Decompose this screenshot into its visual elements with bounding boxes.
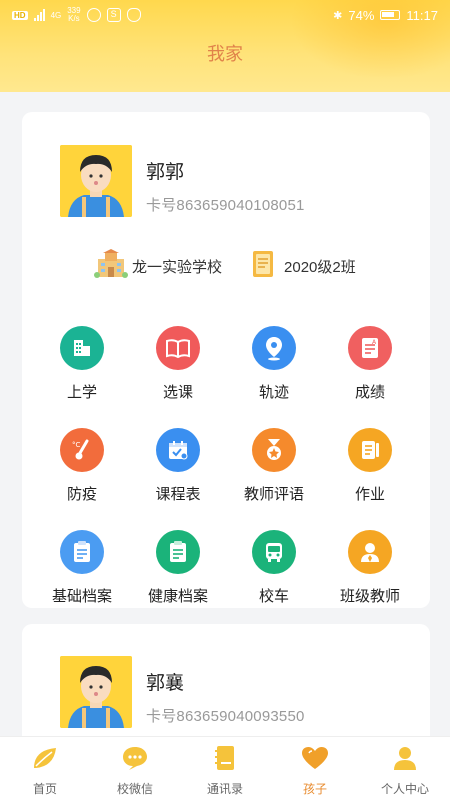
nav-item-home[interactable]: 首页 [0, 737, 90, 800]
clock: 11:17 [406, 7, 438, 23]
student-avatar [60, 656, 132, 728]
feature-tile-teacher-comments[interactable]: 教师评语 [226, 428, 322, 504]
class-book-icon [250, 249, 276, 283]
student-card: 郭郭 卡号863659040108051 龙一实验学校 2020级2班 上学 选… [22, 112, 430, 608]
feature-tile-course-selection[interactable]: 选课 [130, 326, 226, 402]
feature-label: 健康档案 [147, 588, 208, 605]
feature-grid: 上学 选课 轨迹 A 成绩 °C 防疫 课程表 教师评语 作业 基础档案 健康档… [34, 326, 418, 606]
school-class-row: 龙一实验学校 2020级2班 [94, 249, 356, 283]
person-icon [390, 744, 420, 777]
qq-penguin-icon [126, 8, 141, 22]
class-info: 2020级2班 [250, 249, 356, 283]
feature-tile-grades[interactable]: A 成绩 [322, 326, 418, 402]
calendar-icon [156, 428, 200, 472]
bluetooth-icon: ✱ [333, 9, 343, 22]
open-book-icon [156, 326, 200, 370]
feature-tile-basic-records[interactable]: 基础档案 [34, 530, 130, 606]
net-type: 4G [50, 10, 62, 20]
school-info: 龙一实验学校 [94, 249, 222, 283]
leaf-icon [30, 744, 60, 777]
feature-label: 教师评语 [243, 486, 304, 503]
svg-text:°C: °C [72, 441, 81, 449]
nav-item-children[interactable]: 孩子 [270, 737, 360, 800]
feature-label: 轨迹 [258, 384, 289, 401]
nav-label: 校微信 [116, 782, 153, 796]
school-building-icon [94, 249, 128, 283]
teacher-icon [348, 530, 392, 574]
health-doc-icon [156, 530, 200, 574]
feature-tile-health-records[interactable]: 健康档案 [130, 530, 226, 606]
battery-icon [380, 10, 401, 20]
feature-label: 校车 [258, 588, 289, 605]
nav-item-profile[interactable]: 个人中心 [360, 737, 450, 800]
feature-label: 课程表 [155, 486, 201, 503]
feature-label: 班级教师 [339, 588, 400, 605]
folder-doc-icon [60, 530, 104, 574]
feature-label: 成绩 [354, 384, 385, 401]
feature-label: 基础档案 [51, 588, 112, 605]
medal-icon [252, 428, 296, 472]
feature-label: 上学 [66, 384, 97, 401]
page-title: 我家 [207, 44, 243, 64]
feature-tile-class-teachers[interactable]: 班级教师 [322, 530, 418, 606]
nav-label: 首页 [32, 782, 57, 796]
student-name: 郭郭 [146, 162, 185, 183]
chat-bubble-icon [120, 744, 150, 777]
alarm-icon [86, 8, 101, 22]
student-name: 郭襄 [146, 673, 185, 694]
app-header: HD 4G 339 K/s S ✱ 74% 11:17 我家 [0, 0, 450, 92]
nav-label: 个人中心 [380, 782, 429, 796]
feature-label: 选课 [162, 384, 193, 401]
bus-icon [252, 530, 296, 574]
report-card-icon: A [348, 326, 392, 370]
bottom-nav: 首页 校微信 通讯录 孩子 个人中心 [0, 736, 450, 800]
card-number: 卡号863659040093550 [146, 708, 305, 725]
feature-tile-track[interactable]: 轨迹 [226, 326, 322, 402]
school-name: 龙一实验学校 [132, 258, 223, 276]
status-bar: HD 4G 339 K/s S ✱ 74% 11:17 [0, 0, 450, 30]
card-number: 卡号863659040108051 [146, 197, 305, 214]
feature-tile-epidemic[interactable]: °C 防疫 [34, 428, 130, 504]
feature-label: 作业 [354, 486, 385, 503]
feature-tile-school[interactable]: 上学 [34, 326, 130, 402]
net-speed: 339 K/s [67, 6, 81, 23]
class-name: 2020级2班 [284, 258, 356, 276]
nav-label: 通讯录 [206, 782, 243, 796]
feature-tile-timetable[interactable]: 课程表 [130, 428, 226, 504]
signal-icon [33, 9, 45, 21]
nav-label: 孩子 [302, 782, 327, 796]
feature-tile-school-bus[interactable]: 校车 [226, 530, 322, 606]
school-building-icon [60, 326, 104, 370]
nav-item-wechat[interactable]: 校微信 [90, 737, 180, 800]
student-profile[interactable]: 郭襄 卡号863659040093550 [60, 656, 305, 728]
thermometer-icon: °C [60, 428, 104, 472]
nav-item-contacts[interactable]: 通讯录 [180, 737, 270, 800]
student-profile[interactable]: 郭郭 卡号863659040108051 [60, 145, 305, 217]
heart-icon [300, 744, 330, 777]
battery-percent: 74% [348, 7, 375, 23]
student-avatar [60, 145, 132, 217]
feature-label: 防疫 [66, 486, 97, 503]
feature-tile-homework[interactable]: 作业 [322, 428, 418, 504]
location-pin-icon [252, 326, 296, 370]
contacts-book-icon [210, 744, 240, 777]
hd-badge: HD [12, 10, 28, 20]
homework-icon [348, 428, 392, 472]
notification-s-icon: S [106, 8, 121, 22]
